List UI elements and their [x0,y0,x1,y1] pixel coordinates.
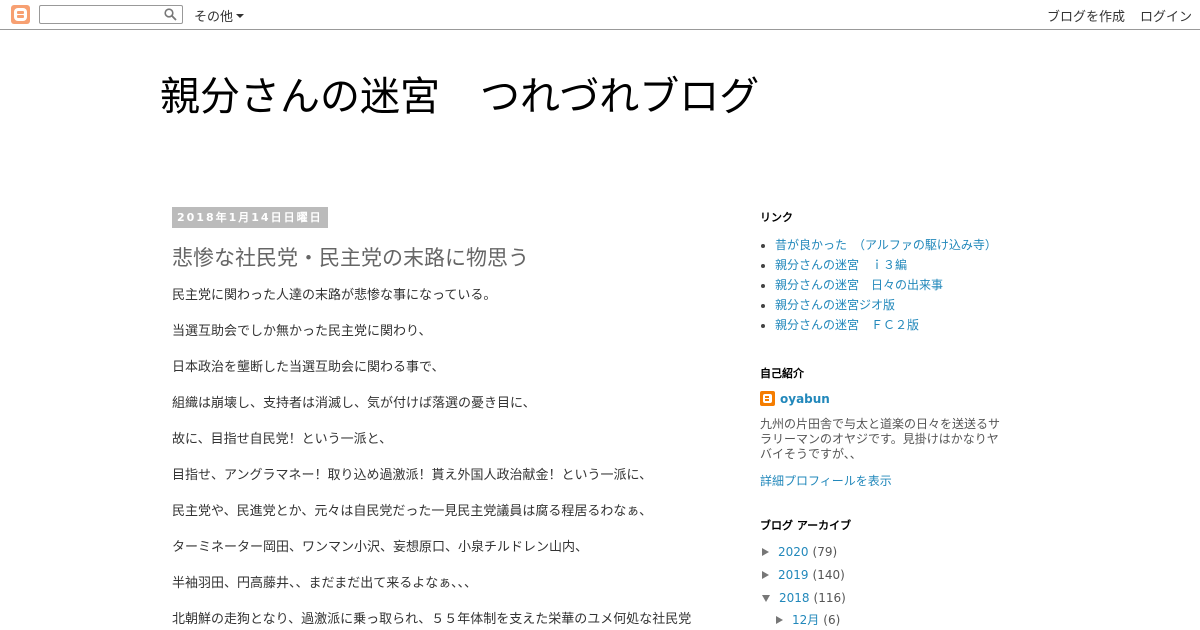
navbar-actions: ブログを作成 ログイン [1047,6,1192,25]
post-paragraph: 北朝鮮の走狗となり、過激派に乗っ取られ、５５年体制を支えた栄華のユメ何処な社民党 [172,612,692,627]
post-paragraph: ターミネーター岡田、ワンマン小沢、妄想原口、小泉チルドレン山内、 [172,540,589,555]
profile-heading: 自己紹介 [760,367,804,380]
post-paragraph: 目指せ、アングラマネー！取り込め過激派！貰え外国人政治献金！という一派に、 [172,468,653,483]
list-item: 親分さんの迷宮 日々の出来事 [775,277,997,297]
archive-year-link[interactable]: 2018 [779,591,810,605]
archive-row: 2020 (79) [762,545,837,559]
archive-count: (79) [812,545,838,559]
archive-count: (140) [812,568,845,582]
archive-row: 2018 (116) [762,591,846,605]
collapse-toggle-icon[interactable] [762,594,770,602]
post-date: 2018年1月14日日曜日 [172,207,328,228]
archive-month-link[interactable]: 12月 [792,611,819,628]
post-paragraph: 当選互助会でしか無かった民主党に関わり、 [172,324,432,339]
list-item: 昔が良かった （アルファの駆け込み寺） [775,237,997,257]
expand-toggle-icon[interactable] [762,548,769,556]
view-profile-link[interactable]: 詳細プロフィールを表示 [760,472,892,489]
post-body: 民主党に関わった人達の末路が悲惨な事になっている。 当選互助会でしか無かった民主… [172,288,712,630]
archive-row: 2019 (140) [762,568,845,582]
link-item[interactable]: 親分さんの迷宮 日々の出来事 [775,278,943,292]
post-paragraph: 半袖羽田、円高藤井、、まだまだ出て来るよなぁ、、、 [172,576,477,591]
post-paragraph: 民主党や、民進党とか、元々は自民党だった一見民主党議員は腐る程居るわなぁ、 [172,504,653,519]
expand-toggle-icon[interactable] [776,615,783,624]
chevron-down-icon [236,14,245,18]
archive-year-link[interactable]: 2019 [778,568,809,582]
blogger-profile-icon [760,391,775,406]
link-item[interactable]: 親分さんの迷宮 ＦＣ２版 [775,318,919,332]
profile-name-link[interactable]: oyabun [780,392,830,406]
link-item[interactable]: 親分さんの迷宮ジオ版 [775,298,895,312]
search-icon[interactable] [164,8,177,21]
search-input[interactable] [39,5,183,24]
archive-count: (116) [813,591,846,605]
login-link[interactable]: ログイン [1140,6,1192,25]
list-item: 親分さんの迷宮 ｉ３編 [775,257,997,277]
archive-count: (6) [823,612,841,627]
archive-year-link[interactable]: 2020 [778,545,809,559]
post-paragraph: 故に、目指せ自民党！という一派と、 [172,432,393,447]
list-item: 親分さんの迷宮 ＦＣ２版 [775,317,997,337]
post-paragraph: 日本政治を壟断した当選互助会に関わる事で、 [172,360,445,375]
post-paragraph: 民主党に関わった人達の末路が悲惨な事になっている。 [172,288,497,303]
blog-title[interactable]: 親分さんの迷宮 つれづれブログ [160,64,759,122]
post-title: 悲惨な社民党・民主党の末路に物思う [172,246,529,270]
archive-heading: ブログ アーカイブ [760,519,852,532]
blogger-logo-icon[interactable] [11,5,30,24]
archive-row: 12月 (6) [776,611,840,628]
more-menu[interactable]: その他 [194,6,245,25]
more-menu-label: その他 [194,10,234,25]
link-item[interactable]: 昔が良かった （アルファの駆け込み寺） [775,238,997,252]
profile-description: 九州の片田舎で与太と道楽の日々を送送るサラリーマンのオヤジです。見掛けはかなりヤ… [760,417,1001,461]
links-list: 昔が良かった （アルファの駆け込み寺） 親分さんの迷宮 ｉ３編 親分さんの迷宮 … [775,237,997,337]
create-blog-link[interactable]: ブログを作成 [1047,6,1125,25]
links-heading: リンク [760,211,793,224]
post-paragraph: 組織は崩壊し、支持者は消滅し、気が付けば落選の憂き目に、 [172,396,536,411]
link-item[interactable]: 親分さんの迷宮 ｉ３編 [775,258,907,272]
list-item: 親分さんの迷宮ジオ版 [775,297,997,317]
expand-toggle-icon[interactable] [762,571,769,579]
blogger-navbar: その他 ブログを作成 ログイン [0,0,1200,30]
